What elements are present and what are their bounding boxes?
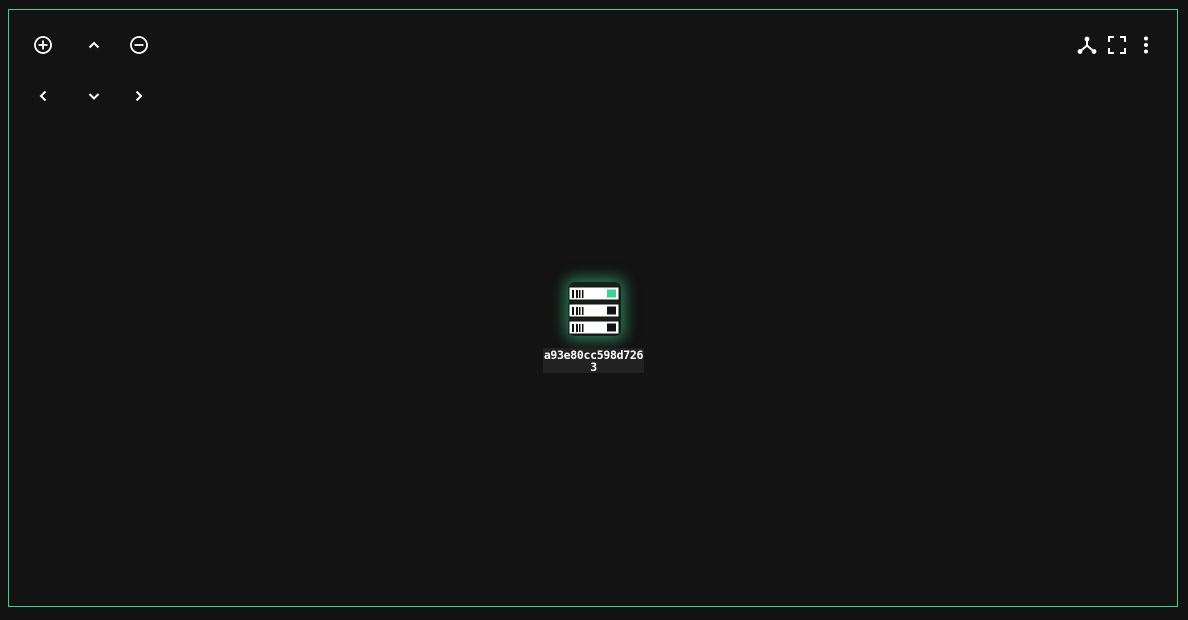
zoom-out-button[interactable]	[125, 31, 153, 59]
zoom-in-button[interactable]	[29, 31, 57, 59]
layout-button[interactable]	[1073, 31, 1101, 59]
pan-left-button[interactable]	[29, 82, 57, 110]
more-vertical-icon	[1144, 36, 1148, 54]
pan-right-button[interactable]	[125, 82, 153, 110]
graph-layout-icon	[1077, 36, 1097, 54]
chevron-up-icon	[88, 41, 100, 49]
server-icon	[568, 286, 620, 335]
pan-down-button[interactable]	[80, 82, 108, 110]
zoom-in-icon	[34, 36, 52, 54]
chevron-left-icon	[39, 90, 47, 102]
zoom-out-icon	[130, 36, 148, 54]
chevron-right-icon	[135, 90, 143, 102]
fullscreen-button[interactable]	[1103, 31, 1131, 59]
chevron-down-icon	[88, 93, 100, 100]
fullscreen-icon	[1108, 36, 1126, 54]
more-options-button[interactable]	[1132, 31, 1160, 59]
node-label: a93e80cc598d7263	[543, 348, 644, 374]
graph-node[interactable]	[559, 273, 629, 345]
pan-up-button[interactable]	[80, 31, 108, 59]
